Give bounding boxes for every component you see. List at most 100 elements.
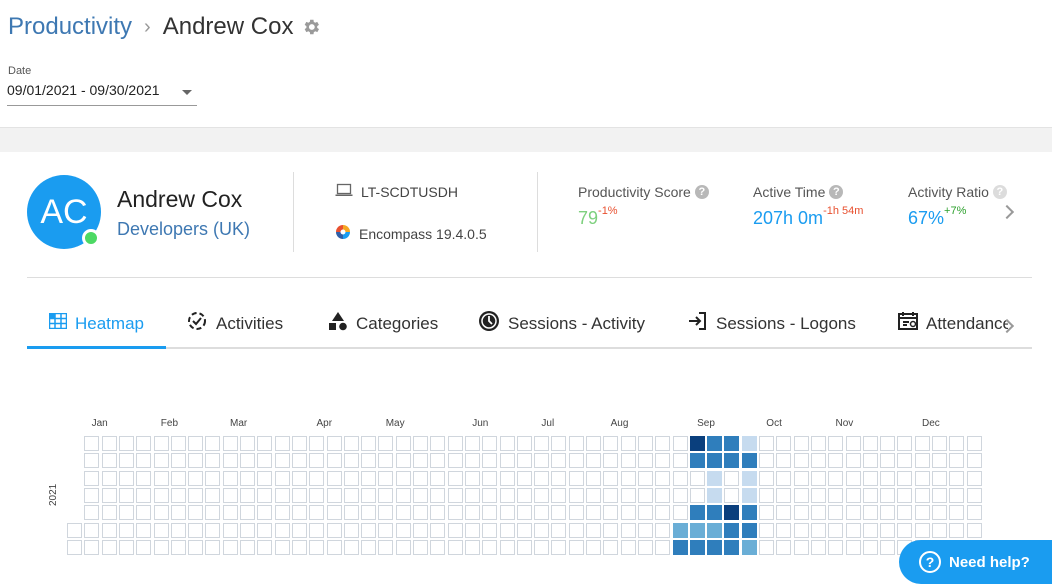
- heatmap-cell[interactable]: [880, 539, 896, 555]
- heatmap-cell[interactable]: [828, 522, 844, 538]
- heatmap-cell[interactable]: [568, 539, 584, 555]
- heatmap-cell[interactable]: [724, 487, 740, 503]
- heatmap-cell[interactable]: [724, 539, 740, 555]
- heatmap-cell[interactable]: [707, 470, 723, 486]
- heatmap-cell[interactable]: [672, 453, 688, 469]
- tab-heatmap[interactable]: Heatmap: [48, 300, 144, 347]
- heatmap-cell[interactable]: [361, 436, 377, 451]
- heatmap-cell[interactable]: [932, 522, 947, 538]
- heatmap-cell[interactable]: [118, 522, 134, 538]
- heatmap-cell[interactable]: [170, 487, 186, 503]
- heatmap-cell[interactable]: [240, 453, 255, 469]
- heatmap-cell[interactable]: [845, 453, 861, 469]
- heatmap-cell[interactable]: [793, 505, 809, 521]
- heatmap-cell[interactable]: [810, 453, 826, 469]
- tab-activities[interactable]: Activities: [186, 300, 283, 347]
- heatmap-cell[interactable]: [274, 505, 290, 521]
- heatmap-cell[interactable]: [84, 453, 100, 469]
- heatmap-cell[interactable]: [205, 505, 221, 521]
- heatmap-cell[interactable]: [482, 522, 498, 538]
- heatmap-cell[interactable]: [741, 539, 757, 555]
- heatmap-cell[interactable]: [966, 487, 982, 503]
- heatmap-cell[interactable]: [395, 522, 411, 538]
- heatmap-cell[interactable]: [603, 505, 619, 521]
- heatmap-cell[interactable]: [551, 487, 567, 503]
- heatmap-cell[interactable]: [309, 470, 325, 486]
- heatmap-cell[interactable]: [67, 522, 82, 538]
- heatmap-cell[interactable]: [586, 539, 601, 555]
- heatmap-cell[interactable]: [240, 487, 255, 503]
- heatmap-cell[interactable]: [707, 453, 723, 469]
- tab-attendance[interactable]: Attendance: [898, 300, 1008, 347]
- heatmap-cell[interactable]: [499, 436, 515, 451]
- heatmap-cell[interactable]: [637, 470, 653, 486]
- heatmap-cell[interactable]: [118, 436, 134, 451]
- heatmap-cell[interactable]: [966, 453, 982, 469]
- heatmap-cell[interactable]: [810, 522, 826, 538]
- heatmap-cell[interactable]: [170, 522, 186, 538]
- heatmap-cell[interactable]: [101, 470, 117, 486]
- heatmap-cell[interactable]: [464, 453, 480, 469]
- heatmap-cell[interactable]: [845, 522, 861, 538]
- heatmap-cell[interactable]: [845, 470, 861, 486]
- heatmap-cell[interactable]: [188, 453, 204, 469]
- heatmap-cell[interactable]: [603, 470, 619, 486]
- heatmap-cell[interactable]: [655, 505, 671, 521]
- heatmap-cell[interactable]: [603, 436, 619, 451]
- heatmap-cell[interactable]: [101, 436, 117, 451]
- heatmap-cell[interactable]: [516, 487, 532, 503]
- heatmap-cell[interactable]: [776, 522, 792, 538]
- heatmap-cell[interactable]: [759, 487, 774, 503]
- heatmap-cell[interactable]: [188, 470, 204, 486]
- heatmap-cell[interactable]: [170, 453, 186, 469]
- heatmap-cell[interactable]: [240, 522, 255, 538]
- date-range-select[interactable]: 09/01/2021 - 09/30/2021: [7, 80, 197, 106]
- heatmap-cell[interactable]: [897, 522, 913, 538]
- heatmap-cell[interactable]: [395, 487, 411, 503]
- heatmap-cell[interactable]: [343, 470, 359, 486]
- heatmap-cell[interactable]: [776, 487, 792, 503]
- heatmap-cell[interactable]: [274, 487, 290, 503]
- heatmap-cell[interactable]: [153, 453, 169, 469]
- heatmap-cell[interactable]: [689, 470, 705, 486]
- heatmap-cell[interactable]: [464, 505, 480, 521]
- heatmap-cell[interactable]: [101, 453, 117, 469]
- help-icon[interactable]: ?: [694, 185, 709, 199]
- heatmap-cell[interactable]: [516, 470, 532, 486]
- heatmap-cell[interactable]: [637, 539, 653, 555]
- heatmap-cell[interactable]: [568, 522, 584, 538]
- heatmap-cell[interactable]: [603, 453, 619, 469]
- heatmap-cell[interactable]: [378, 522, 394, 538]
- heatmap-cell[interactable]: [759, 436, 774, 451]
- heatmap-cell[interactable]: [586, 453, 601, 469]
- heatmap-cell[interactable]: [257, 436, 273, 451]
- heatmap-cell[interactable]: [862, 522, 878, 538]
- heatmap-cell[interactable]: [776, 453, 792, 469]
- heatmap-cell[interactable]: [395, 505, 411, 521]
- heatmap-cell[interactable]: [516, 453, 532, 469]
- heatmap-cell[interactable]: [343, 453, 359, 469]
- heatmap-cell[interactable]: [309, 436, 325, 451]
- heatmap-cell[interactable]: [828, 453, 844, 469]
- heatmap-cell[interactable]: [637, 453, 653, 469]
- heatmap-cell[interactable]: [862, 436, 878, 451]
- heatmap-cell[interactable]: [845, 436, 861, 451]
- heatmap-cell[interactable]: [637, 487, 653, 503]
- heatmap-cell[interactable]: [257, 522, 273, 538]
- heatmap-cell[interactable]: [413, 470, 428, 486]
- heatmap-cell[interactable]: [188, 505, 204, 521]
- heatmap-cell[interactable]: [430, 453, 446, 469]
- heatmap-cell[interactable]: [118, 505, 134, 521]
- heatmap-cell[interactable]: [188, 436, 204, 451]
- heatmap-cell[interactable]: [672, 436, 688, 451]
- heatmap-cell[interactable]: [482, 436, 498, 451]
- heatmap-cell[interactable]: [551, 505, 567, 521]
- heatmap-cell[interactable]: [880, 453, 896, 469]
- heatmap-cell[interactable]: [274, 539, 290, 555]
- heatmap-cell[interactable]: [828, 470, 844, 486]
- heatmap-cell[interactable]: [897, 487, 913, 503]
- heatmap-cell[interactable]: [534, 487, 550, 503]
- heatmap-cell[interactable]: [118, 453, 134, 469]
- heatmap-cell[interactable]: [378, 436, 394, 451]
- heatmap-cell[interactable]: [759, 453, 774, 469]
